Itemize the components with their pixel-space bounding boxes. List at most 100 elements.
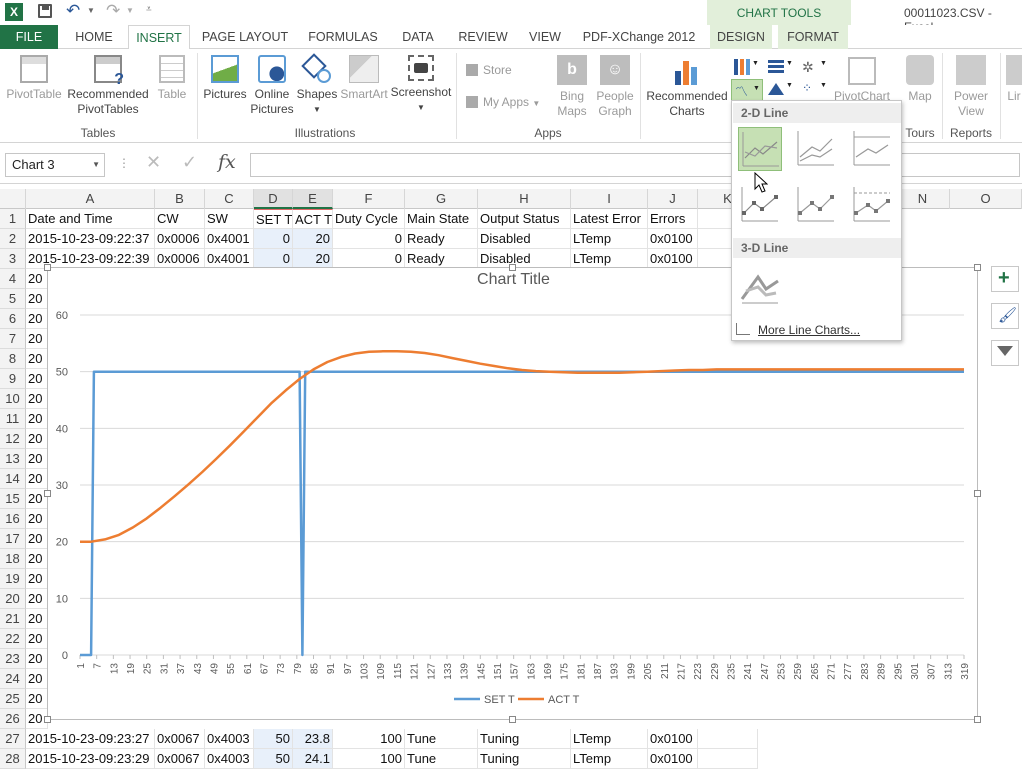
3d-line-option[interactable] [738, 263, 782, 307]
cell[interactable]: 2015-10-23-09:22:37 [26, 229, 155, 249]
column-header[interactable]: B [155, 189, 205, 209]
row-header[interactable]: 28 [0, 749, 26, 769]
100-stacked-line-markers-option[interactable] [850, 183, 894, 227]
my-apps-button[interactable]: My Apps ▼ [466, 95, 552, 111]
cell[interactable]: 0x4003 [205, 729, 254, 749]
area-chart-button[interactable]: ▼ [766, 79, 796, 99]
row-header[interactable]: 25 [0, 689, 26, 709]
tab-page-layout[interactable]: PAGE LAYOUT [198, 25, 292, 49]
people-graph-button[interactable]: ☺ People Graph [594, 55, 636, 119]
cell[interactable]: Ready [405, 229, 478, 249]
tab-formulas[interactable]: FORMULAS [304, 25, 382, 49]
cell[interactable]: Tune [405, 749, 478, 769]
column-header[interactable]: D [254, 189, 293, 209]
chart-resize-handle[interactable] [44, 490, 51, 497]
smartart-button[interactable]: SmartArt [340, 55, 388, 102]
row-header[interactable]: 26 [0, 709, 26, 729]
cell[interactable] [698, 749, 758, 769]
cell[interactable]: 0x4001 [205, 229, 254, 249]
stacked-line-option[interactable] [794, 127, 838, 171]
scatter-chart-button[interactable]: ⁘ ▼ [800, 79, 830, 99]
row-header[interactable]: 17 [0, 529, 26, 549]
cell-stub[interactable]: 20 [26, 309, 48, 329]
sparkline-button[interactable]: Lir [1006, 55, 1022, 104]
cell-stub[interactable]: 20 [26, 689, 48, 709]
line-chart-button[interactable]: 〽 ▼ [731, 79, 763, 101]
cell[interactable]: 20 [293, 229, 333, 249]
undo-icon[interactable]: ↶ [66, 1, 80, 21]
cell-stub[interactable]: 20 [26, 549, 48, 569]
row-header[interactable]: 12 [0, 429, 26, 449]
chart-resize-handle[interactable] [974, 264, 981, 271]
row-header[interactable]: 24 [0, 669, 26, 689]
cell[interactable]: 50 [254, 729, 293, 749]
row-header[interactable]: 11 [0, 409, 26, 429]
row-header[interactable]: 27 [0, 729, 26, 749]
row-header[interactable]: 1 [0, 209, 26, 229]
insert-function-icon[interactable]: fx [218, 151, 236, 173]
cell[interactable]: LTemp [571, 749, 648, 769]
cell[interactable]: Duty Cycle [333, 209, 405, 229]
cell[interactable]: Tuning [478, 749, 571, 769]
column-header[interactable]: F [333, 189, 405, 209]
row-header[interactable]: 16 [0, 509, 26, 529]
column-header[interactable]: I [571, 189, 648, 209]
cell[interactable]: Main State [405, 209, 478, 229]
column-header[interactable]: O [950, 189, 1022, 209]
cell[interactable]: Latest Error [571, 209, 648, 229]
screenshot-button[interactable]: Screenshot ▼ [390, 55, 452, 115]
row-header[interactable]: 13 [0, 449, 26, 469]
cell[interactable]: Date and Time [26, 209, 155, 229]
cell[interactable]: 50 [254, 749, 293, 769]
cell-stub[interactable]: 20 [26, 449, 48, 469]
100-stacked-line-option[interactable] [850, 127, 894, 171]
chart-styles-button[interactable]: 🖌 [991, 303, 1019, 329]
row-header[interactable]: 14 [0, 469, 26, 489]
cell[interactable]: 0x0100 [648, 229, 698, 249]
row-header[interactable]: 22 [0, 629, 26, 649]
column-chart-button[interactable]: ▼ [732, 57, 762, 77]
pivottable-button[interactable]: PivotTable [4, 55, 64, 102]
radar-chart-button[interactable]: ✲ ▼ [800, 57, 830, 77]
cell[interactable]: 0 [254, 229, 293, 249]
row-header[interactable]: 9 [0, 369, 26, 389]
online-pictures-button[interactable]: Online Pictures [250, 55, 294, 117]
cell[interactable]: CW [155, 209, 205, 229]
cell[interactable]: LTemp [571, 249, 648, 269]
row-header[interactable]: 19 [0, 569, 26, 589]
tab-review[interactable]: REVIEW [454, 25, 512, 49]
tab-insert[interactable]: INSERT [128, 25, 190, 50]
row-header[interactable]: 4 [0, 269, 26, 289]
cell[interactable]: Ready [405, 249, 478, 269]
cell-stub[interactable]: 20 [26, 669, 48, 689]
table-button[interactable]: Table [152, 55, 192, 102]
chart-resize-handle[interactable] [974, 490, 981, 497]
chart-resize-handle[interactable] [974, 716, 981, 723]
store-button[interactable]: Store [466, 63, 526, 78]
cell-stub[interactable]: 20 [26, 269, 48, 289]
cell[interactable]: ACT T [293, 209, 333, 229]
cell[interactable]: 2015-10-23-09:23:29 [26, 749, 155, 769]
cell-stub[interactable]: 20 [26, 649, 48, 669]
cell[interactable]: 23.8 [293, 729, 333, 749]
row-header[interactable]: 2 [0, 229, 26, 249]
row-header[interactable]: 23 [0, 649, 26, 669]
chart-elements-button[interactable]: + [991, 266, 1019, 292]
recommended-pivottables-button[interactable]: ? Recommended PivotTables [66, 55, 150, 117]
cell-stub[interactable]: 20 [26, 529, 48, 549]
chart-resize-handle[interactable] [509, 716, 516, 723]
row-header[interactable]: 5 [0, 289, 26, 309]
row-header[interactable]: 7 [0, 329, 26, 349]
pivotchart-button[interactable]: PivotChart [832, 57, 892, 104]
cell[interactable]: 0x0100 [648, 749, 698, 769]
bing-maps-button[interactable]: b Bing Maps [554, 55, 590, 119]
tab-design[interactable]: DESIGN [710, 25, 772, 49]
name-box-dropdown-icon[interactable]: ▼ [92, 154, 100, 176]
line-option[interactable] [738, 127, 782, 171]
cell[interactable]: Tune [405, 729, 478, 749]
row-header[interactable]: 18 [0, 549, 26, 569]
tab-pdf-xchange[interactable]: PDF-XChange 2012 [580, 25, 698, 49]
shapes-button[interactable]: Shapes ▼ [296, 53, 338, 117]
redo-dropdown-icon[interactable]: ▼ [126, 6, 134, 15]
cell-stub[interactable]: 20 [26, 589, 48, 609]
